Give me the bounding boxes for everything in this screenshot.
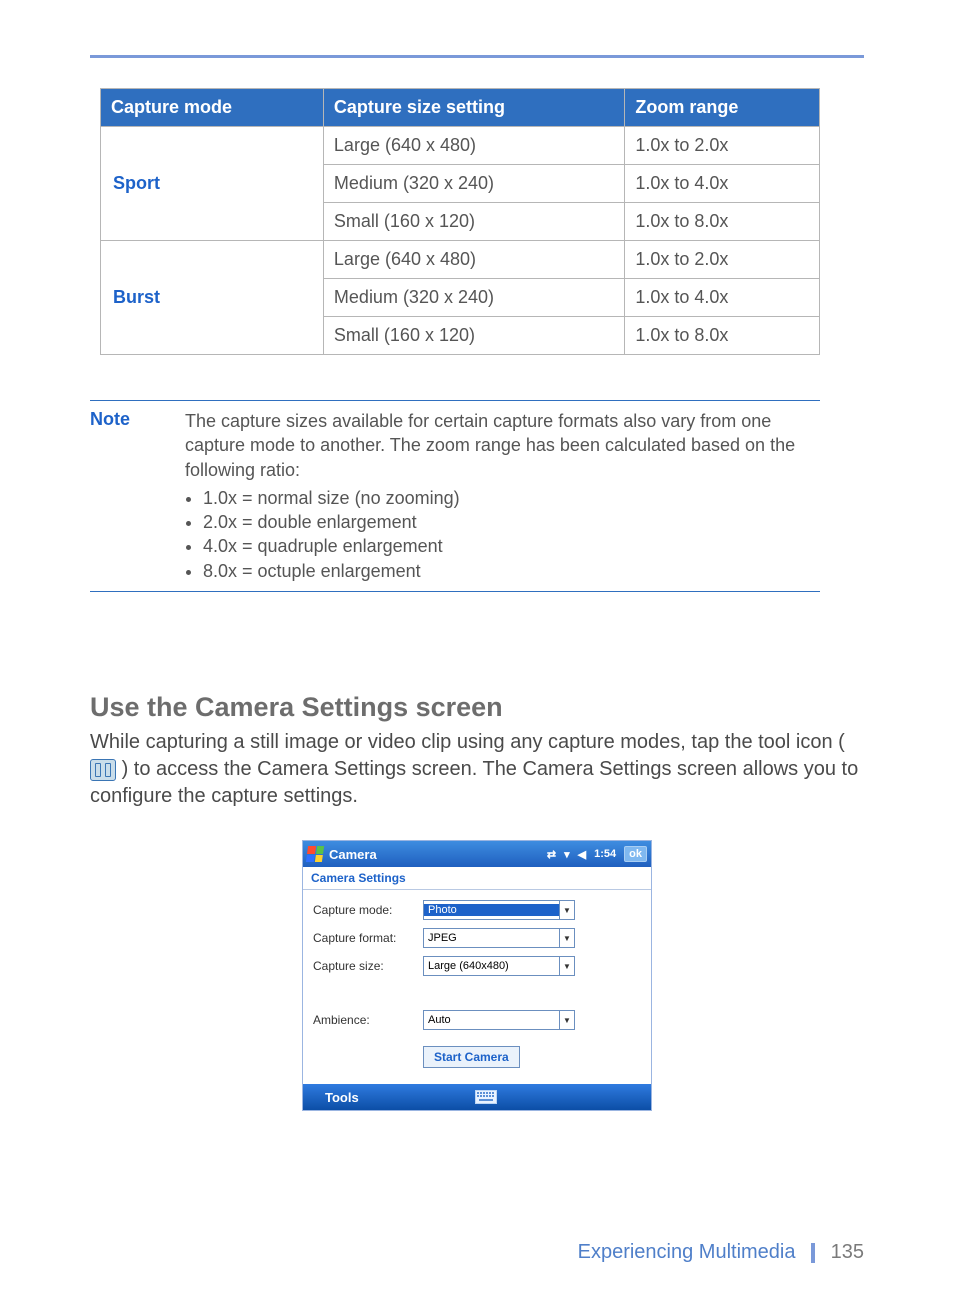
capture-size-cell: Small (160 x 120)	[323, 203, 624, 241]
footer-divider-icon	[811, 1243, 815, 1263]
capture-size-cell: Large (640 x 480)	[323, 241, 624, 279]
start-flag-icon[interactable]	[306, 846, 324, 862]
field-label: Ambience:	[313, 1013, 423, 1027]
select-value: Auto	[424, 1014, 559, 1026]
chevron-down-icon[interactable]: ▼	[559, 957, 574, 975]
table-header: Zoom range	[625, 89, 820, 127]
device-menubar: Tools	[303, 1084, 651, 1110]
note-block: Note The capture sizes available for cer…	[90, 400, 820, 592]
zoom-range-cell: 1.0x to 4.0x	[625, 165, 820, 203]
capture-table: Capture mode Capture size setting Zoom r…	[100, 88, 820, 355]
keyboard-icon[interactable]	[475, 1090, 497, 1104]
note-bullets: 1.0x = normal size (no zooming) 2.0x = d…	[185, 486, 820, 583]
capture-size-cell: Medium (320 x 240)	[323, 165, 624, 203]
footer-chapter: Experiencing Multimedia	[578, 1241, 796, 1263]
device-titlebar: Camera ⇄ ▾ ◀ 1:54 ok	[303, 841, 651, 867]
para-text: While capturing a still image or video c…	[90, 731, 845, 753]
field-label: Capture mode:	[313, 903, 423, 917]
clock-text: 1:54	[594, 848, 616, 860]
capture-size-cell: Large (640 x 480)	[323, 127, 624, 165]
ok-button[interactable]: ok	[624, 846, 647, 862]
para-text: ) to access the Camera Settings screen. …	[90, 758, 858, 807]
ambience-select[interactable]: Auto ▼	[423, 1010, 575, 1030]
zoom-range-cell: 1.0x to 2.0x	[625, 241, 820, 279]
table-row: Sport Large (640 x 480) 1.0x to 2.0x	[101, 127, 820, 165]
select-value: Photo	[424, 904, 559, 916]
table-header: Capture size setting	[323, 89, 624, 127]
field-label: Capture format:	[313, 931, 423, 945]
note-text: The capture sizes available for certain …	[185, 411, 795, 480]
note-bullet: 8.0x = octuple enlargement	[203, 559, 820, 583]
zoom-range-cell: 1.0x to 4.0x	[625, 279, 820, 317]
table-header: Capture mode	[101, 89, 324, 127]
device-screenshot: Camera ⇄ ▾ ◀ 1:54 ok Camera Settings Cap…	[302, 840, 652, 1111]
app-title: Camera	[329, 847, 547, 862]
page-header-rule	[90, 55, 864, 58]
note-bullet: 2.0x = double enlargement	[203, 510, 820, 534]
field-label: Capture size:	[313, 959, 423, 973]
capture-mode-cell: Burst	[101, 241, 324, 355]
footer-page-number: 135	[831, 1241, 864, 1263]
volume-icon[interactable]: ◀	[578, 848, 586, 861]
tools-menu[interactable]: Tools	[303, 1090, 381, 1105]
zoom-range-cell: 1.0x to 8.0x	[625, 317, 820, 355]
capture-size-select[interactable]: Large (640x480) ▼	[423, 956, 575, 976]
select-value: JPEG	[424, 932, 559, 944]
capture-size-cell: Medium (320 x 240)	[323, 279, 624, 317]
zoom-range-cell: 1.0x to 2.0x	[625, 127, 820, 165]
note-bullet: 4.0x = quadruple enlargement	[203, 534, 820, 558]
section-paragraph: While capturing a still image or video c…	[90, 729, 864, 810]
tool-icon	[90, 759, 116, 781]
window-subtitle: Camera Settings	[303, 867, 651, 890]
note-label: Note	[90, 409, 185, 583]
chevron-down-icon[interactable]: ▼	[559, 929, 574, 947]
capture-mode-cell: Sport	[101, 127, 324, 241]
start-camera-button[interactable]: Start Camera	[423, 1046, 520, 1068]
signal-icon[interactable]: ▾	[564, 848, 570, 861]
page-footer: Experiencing Multimedia 135	[90, 1201, 864, 1264]
select-value: Large (640x480)	[424, 960, 559, 972]
settings-form: Capture mode: Photo ▼ Capture format: JP…	[303, 890, 651, 1084]
table-row: Burst Large (640 x 480) 1.0x to 2.0x	[101, 241, 820, 279]
chevron-down-icon[interactable]: ▼	[559, 901, 574, 919]
section-heading: Use the Camera Settings screen	[90, 692, 864, 723]
capture-format-select[interactable]: JPEG ▼	[423, 928, 575, 948]
connectivity-icon[interactable]: ⇄	[547, 848, 556, 861]
note-bullet: 1.0x = normal size (no zooming)	[203, 486, 820, 510]
capture-mode-select[interactable]: Photo ▼	[423, 900, 575, 920]
zoom-range-cell: 1.0x to 8.0x	[625, 203, 820, 241]
chevron-down-icon[interactable]: ▼	[559, 1011, 574, 1029]
capture-size-cell: Small (160 x 120)	[323, 317, 624, 355]
